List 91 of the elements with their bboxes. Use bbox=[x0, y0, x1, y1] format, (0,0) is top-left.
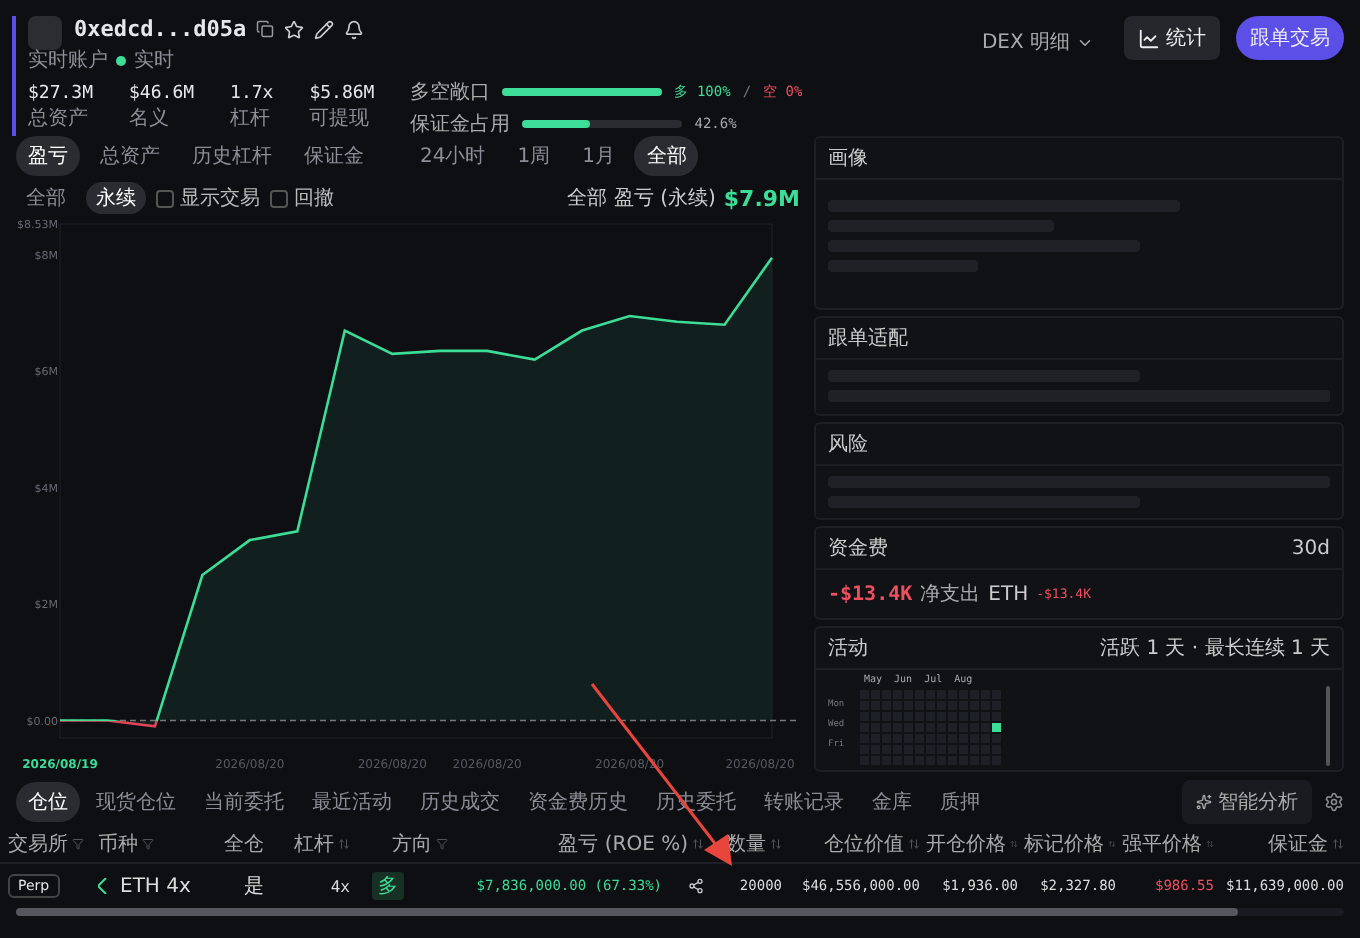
stats-button[interactable]: 统计 bbox=[1124, 16, 1220, 60]
bottom-tab[interactable]: 现货仓位 bbox=[84, 782, 188, 822]
column-header[interactable]: 交易所 bbox=[8, 829, 68, 857]
coin-icon bbox=[98, 878, 108, 894]
scrollbar[interactable] bbox=[1326, 686, 1330, 766]
sort-icon[interactable] bbox=[692, 837, 704, 849]
chart-tab[interactable]: 盈亏 bbox=[16, 136, 80, 176]
dex-menu[interactable]: DEX 明细 bbox=[967, 20, 1108, 64]
settings-icon[interactable] bbox=[1324, 792, 1344, 812]
star-icon[interactable] bbox=[284, 19, 305, 39]
checkbox[interactable] bbox=[156, 189, 174, 207]
stat-label: 总资产 bbox=[28, 105, 90, 132]
bottom-tab[interactable]: 历史成交 bbox=[408, 782, 512, 822]
horizontal-scrollbar[interactable] bbox=[16, 908, 1344, 916]
stat-label: 杠杆 bbox=[230, 105, 273, 132]
bottom-tab[interactable]: 转账记录 bbox=[752, 782, 856, 822]
stat-value: $46.6M bbox=[129, 84, 195, 104]
bottom-tab[interactable]: 仓位 bbox=[16, 782, 80, 822]
chart-tab[interactable]: 保证金 bbox=[292, 136, 376, 176]
bottom-tab[interactable]: 质押 bbox=[928, 782, 992, 822]
pencil-icon[interactable] bbox=[314, 19, 335, 39]
column-header[interactable]: 币种 bbox=[98, 829, 138, 857]
column-header[interactable]: 全仓 bbox=[224, 829, 264, 857]
column-header[interactable]: 标记价格 bbox=[1024, 829, 1104, 857]
coin-cell: ETH 4x bbox=[120, 875, 191, 897]
stat-label: 可提现 bbox=[309, 106, 372, 132]
account-type: 实时账户 bbox=[28, 47, 108, 74]
scope-chip[interactable]: 全部 bbox=[16, 182, 76, 214]
stat-value: 1.7x bbox=[230, 84, 274, 104]
sort-icon[interactable] bbox=[770, 837, 782, 849]
summary-value: $7.9M bbox=[723, 185, 800, 211]
sparkle-icon bbox=[1196, 794, 1212, 810]
bottom-tab[interactable]: 资金费历史 bbox=[516, 782, 640, 822]
column-header[interactable]: 方向 bbox=[392, 829, 432, 857]
share-icon[interactable] bbox=[688, 878, 704, 894]
panel-title: 风险 bbox=[828, 431, 868, 458]
stat-value: $5.86M bbox=[309, 84, 375, 104]
column-header[interactable]: 仓位价值 bbox=[824, 829, 904, 857]
bottom-tab[interactable]: 当前委托 bbox=[192, 782, 296, 822]
checkbox-label: 回撤 bbox=[294, 185, 334, 212]
bottom-tab[interactable]: 最近活动 bbox=[300, 782, 404, 822]
exposure-label: 多空敞口 bbox=[410, 79, 491, 106]
stat-value: $27.3M bbox=[28, 84, 94, 104]
live-label: 实时 bbox=[134, 47, 174, 74]
sort-icon[interactable] bbox=[1108, 837, 1116, 849]
copy-icon[interactable] bbox=[256, 20, 275, 38]
panel-title: 画像 bbox=[828, 146, 868, 172]
checkbox[interactable] bbox=[270, 189, 288, 207]
filter-icon[interactable] bbox=[436, 837, 448, 849]
column-header[interactable]: 开仓价格 bbox=[926, 829, 1006, 857]
cross-cell-text: 是 bbox=[244, 874, 264, 900]
copy-trade-button[interactable]: 跟单交易 bbox=[1236, 16, 1344, 60]
range-tab[interactable]: 全部 bbox=[634, 136, 699, 176]
funding-amount: -$13.4K bbox=[828, 583, 913, 605]
panel-title: 活动 bbox=[828, 636, 868, 662]
panel-title: 资金费 bbox=[828, 535, 888, 562]
sort-icon[interactable] bbox=[1010, 837, 1018, 849]
chart-tab[interactable]: 总资产 bbox=[88, 136, 172, 176]
bottom-tab[interactable]: 金库 bbox=[860, 782, 924, 822]
chart-tab[interactable]: 历史杠杆 bbox=[180, 136, 284, 176]
bell-icon[interactable] bbox=[344, 19, 365, 39]
column-header[interactable]: 保证金 bbox=[1268, 829, 1328, 857]
side-tag: 多 bbox=[372, 872, 404, 900]
sort-icon[interactable] bbox=[1206, 837, 1214, 849]
activity-summary: 活跃 1 天 · 最长连续 1 天 bbox=[1100, 635, 1330, 662]
filter-icon[interactable] bbox=[72, 837, 84, 849]
sort-icon[interactable] bbox=[1332, 837, 1344, 849]
summary-label: 全部 盈亏 (永续) bbox=[567, 185, 716, 212]
wallet-address: 0xedcd...d05a bbox=[74, 16, 247, 42]
filter-icon[interactable] bbox=[142, 837, 154, 849]
checkbox-label: 显示交易 bbox=[180, 185, 260, 212]
leverage-cell: 4x bbox=[330, 877, 350, 895]
sort-icon[interactable] bbox=[338, 837, 350, 849]
margin-usage-label: 保证金占用 bbox=[410, 111, 511, 138]
coin-label: ETH bbox=[988, 583, 1029, 605]
range-tab[interactable]: 24小时 bbox=[408, 136, 498, 176]
chart-icon bbox=[1138, 27, 1160, 49]
activity-heatmap-drawing bbox=[860, 690, 1002, 766]
scope-chip[interactable]: 永续 bbox=[86, 182, 146, 214]
panel-title: 跟单适配 bbox=[828, 325, 908, 353]
stat-label: 名义 bbox=[129, 105, 172, 132]
funding-amount-label: 净支出 bbox=[920, 581, 981, 608]
column-header[interactable]: 强平价格 bbox=[1122, 829, 1202, 857]
period-label: 30d bbox=[1291, 537, 1330, 559]
sort-icon[interactable] bbox=[908, 837, 920, 849]
range-tab[interactable]: 1月 bbox=[570, 136, 627, 176]
avatar-icon bbox=[28, 16, 62, 50]
column-header[interactable]: 盈亏 (ROE %) bbox=[558, 829, 688, 857]
range-tab[interactable]: 1周 bbox=[505, 136, 563, 176]
smart-analysis-button[interactable]: 智能分析 bbox=[1182, 780, 1312, 824]
column-header[interactable]: 杠杆 bbox=[294, 829, 334, 857]
